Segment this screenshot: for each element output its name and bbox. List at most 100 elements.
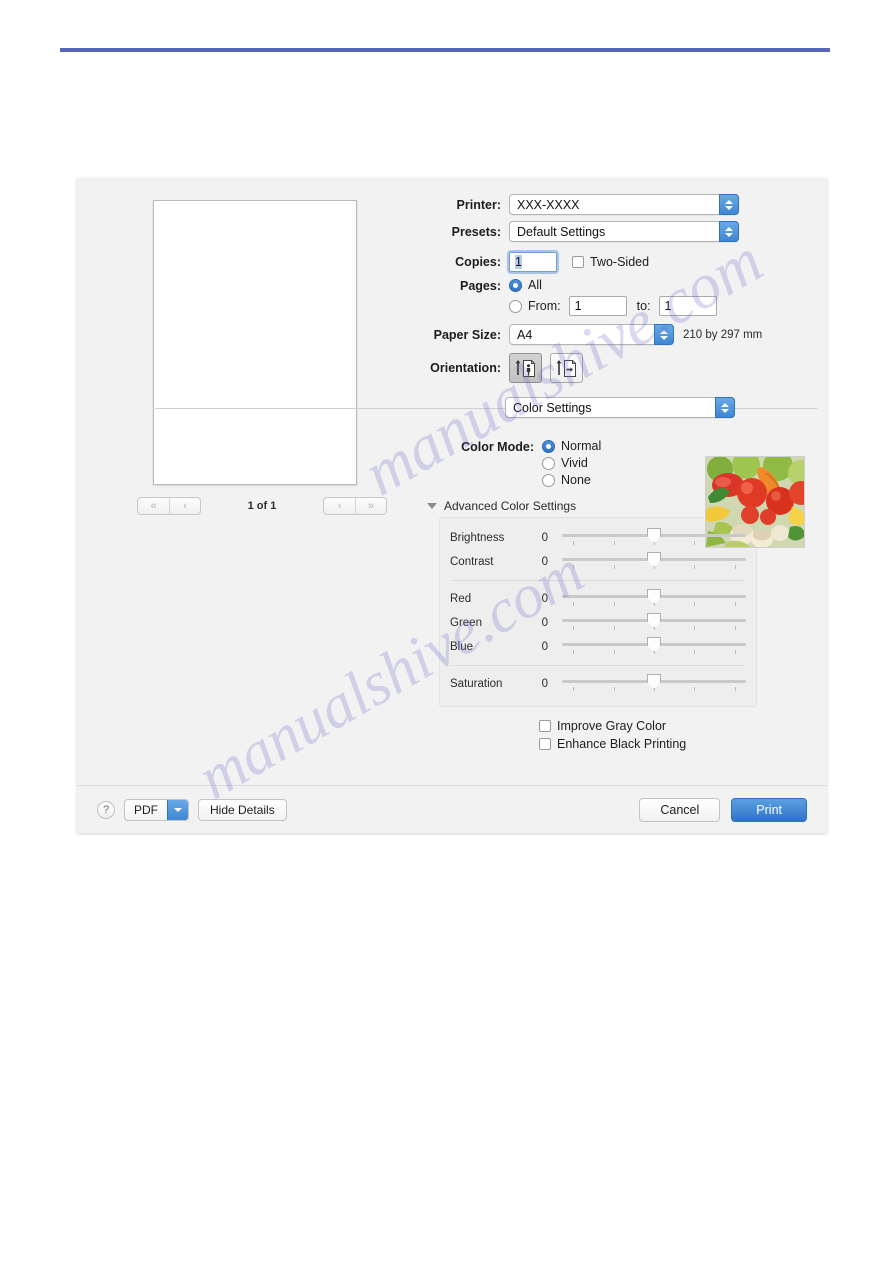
slider-row-blue: Blue 0 xyxy=(450,635,746,659)
blue-slider[interactable] xyxy=(562,635,746,659)
next-page-button[interactable]: › xyxy=(324,498,355,514)
slider-label: Contrast xyxy=(450,556,494,568)
slider-row-green: Green 0 xyxy=(450,611,746,635)
pages-label: Pages: xyxy=(460,279,501,293)
pager-forward-group[interactable]: › » xyxy=(322,497,387,515)
radio-icon[interactable] xyxy=(542,439,555,453)
help-button[interactable]: ? xyxy=(97,800,115,819)
pages-all-radio[interactable]: All xyxy=(509,278,717,292)
pages-to-value: 1 xyxy=(664,299,672,313)
orientation-portrait-button[interactable] xyxy=(509,353,542,383)
preview-page-thumbnail xyxy=(153,200,357,485)
slider-value: 0 xyxy=(541,532,548,544)
slider-row-brightness: Brightness 0 xyxy=(450,526,746,550)
improve-gray-color-label: Improve Gray Color xyxy=(557,719,667,733)
slider-row-saturation: Saturation 0 xyxy=(450,672,746,696)
slider-label: Brightness xyxy=(450,532,505,544)
hide-details-label: Hide Details xyxy=(210,802,275,817)
pages-from-value: 1 xyxy=(574,299,582,313)
pane-popup-row: Color Settings xyxy=(155,393,817,423)
chevron-updown-icon[interactable] xyxy=(719,194,739,215)
last-page-button[interactable]: » xyxy=(354,498,386,514)
radio-icon[interactable] xyxy=(509,278,522,292)
advanced-color-settings-label: Advanced Color Settings xyxy=(444,499,577,513)
slider-label: Blue xyxy=(450,641,474,653)
copies-row: Copies: 1 Two-Sided xyxy=(417,250,817,274)
print-dialog: « ‹ 1 of 1 › » Printer: XXX-XXXX Presets… xyxy=(77,178,827,833)
presets-row: Presets: Default Settings xyxy=(417,221,817,242)
color-mode-option-none[interactable]: None xyxy=(542,473,601,487)
footer-left-group: ? PDF Hide Details xyxy=(97,798,287,821)
dialog-footer: ? PDF Hide Details Cancel Print xyxy=(77,785,827,833)
color-mode-label: Color Mode: xyxy=(461,440,534,454)
slider-value: 0 xyxy=(541,593,548,605)
enhance-black-printing-checkbox[interactable]: Enhance Black Printing xyxy=(539,735,817,753)
chevron-updown-icon[interactable] xyxy=(715,397,735,418)
pages-row: Pages: All From: 1 to: 1 xyxy=(417,278,817,316)
presets-select[interactable]: Default Settings xyxy=(509,221,739,242)
print-pane-value: Color Settings xyxy=(513,400,592,415)
chevron-updown-icon[interactable] xyxy=(719,221,739,242)
sliders-divider xyxy=(452,580,744,581)
pages-all-label: All xyxy=(528,278,542,292)
chevron-updown-icon[interactable] xyxy=(654,324,674,345)
slider-label: Green xyxy=(450,617,482,629)
orientation-label: Orientation: xyxy=(430,361,501,375)
red-slider[interactable] xyxy=(562,587,746,611)
pager-back-group[interactable]: « ‹ xyxy=(137,497,201,515)
brightness-slider[interactable] xyxy=(562,526,746,550)
orientation-row: Orientation: xyxy=(417,353,817,383)
radio-icon[interactable] xyxy=(509,299,522,313)
print-button[interactable]: Print xyxy=(731,797,807,822)
first-page-button[interactable]: « xyxy=(138,498,169,514)
print-pane-select[interactable]: Color Settings xyxy=(505,397,735,418)
checkbox-icon[interactable] xyxy=(539,720,551,732)
landscape-page-icon xyxy=(556,360,576,377)
two-sided-checkbox[interactable]: Two-Sided xyxy=(572,255,649,269)
color-mode-options: Normal Vivid None xyxy=(542,439,601,487)
slider-value: 0 xyxy=(541,617,548,629)
chevron-down-icon[interactable] xyxy=(167,799,188,820)
saturation-slider[interactable] xyxy=(562,672,746,696)
pages-range-row: From: 1 to: 1 xyxy=(509,296,717,316)
slider-row-contrast: Contrast 0 xyxy=(450,550,746,574)
copies-input[interactable]: 1 xyxy=(507,250,559,274)
cancel-button[interactable]: Cancel xyxy=(639,797,721,822)
portrait-page-icon xyxy=(515,360,535,377)
pdf-menu-button[interactable]: PDF xyxy=(124,798,189,821)
pages-to-input[interactable]: 1 xyxy=(658,296,717,316)
paper-size-select[interactable]: A4 xyxy=(509,324,674,345)
green-slider[interactable] xyxy=(562,611,746,635)
radio-icon[interactable] xyxy=(542,473,555,487)
checkbox-icon[interactable] xyxy=(539,738,551,750)
presets-value: Default Settings xyxy=(517,224,606,239)
pages-from-input[interactable]: 1 xyxy=(568,296,627,316)
paper-size-row: Paper Size: A4 210 by 297 mm xyxy=(417,324,817,345)
checkbox-icon[interactable] xyxy=(572,256,584,268)
page-indicator: 1 of 1 xyxy=(247,500,277,512)
pages-to-label: to: xyxy=(636,299,651,313)
previous-page-button[interactable]: ‹ xyxy=(169,498,200,514)
printer-row: Printer: XXX-XXXX xyxy=(417,194,817,215)
pdf-label: PDF xyxy=(134,802,158,817)
copies-label: Copies: xyxy=(455,255,501,269)
improve-gray-color-checkbox[interactable]: Improve Gray Color xyxy=(539,717,817,735)
page-top-rule xyxy=(60,48,830,52)
printer-label: Printer: xyxy=(456,197,501,212)
color-mode-option-vivid[interactable]: Vivid xyxy=(542,456,601,470)
slider-value: 0 xyxy=(541,678,548,690)
orientation-landscape-button[interactable] xyxy=(550,353,583,383)
preview-pager: « ‹ 1 of 1 › » xyxy=(137,496,387,516)
hide-details-button[interactable]: Hide Details xyxy=(198,798,287,821)
radio-icon[interactable] xyxy=(542,456,555,470)
slider-value: 0 xyxy=(541,641,548,653)
contrast-slider[interactable] xyxy=(562,550,746,574)
advanced-color-sliders-panel: Brightness 0 Contrast 0 Red 0 Green 0 Bl… xyxy=(439,517,757,707)
sliders-divider xyxy=(452,665,744,666)
color-mode-option-normal[interactable]: Normal xyxy=(542,439,601,453)
triangle-down-icon[interactable] xyxy=(427,503,437,509)
print-label: Print xyxy=(756,802,782,817)
pages-options: All From: 1 to: 1 xyxy=(509,278,717,316)
printer-select[interactable]: XXX-XXXX xyxy=(509,194,739,215)
printer-value: XXX-XXXX xyxy=(517,197,580,212)
